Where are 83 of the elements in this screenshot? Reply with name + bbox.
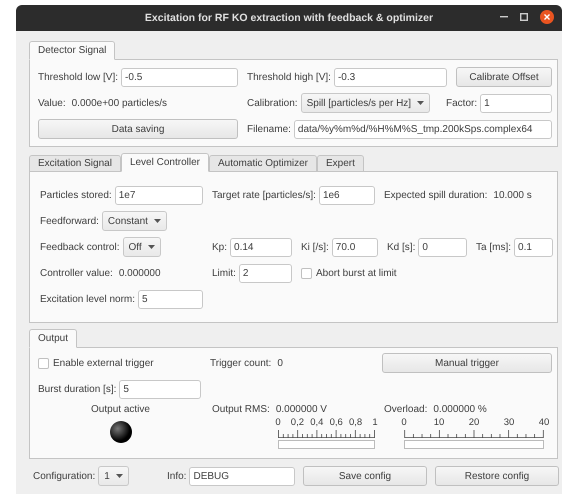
tab[interactable]: Expert xyxy=(317,155,364,172)
checkbox[interactable] xyxy=(38,358,49,368)
readout-label: Output RMS: xyxy=(212,404,270,415)
input-field[interactable]: 0.1 xyxy=(514,238,553,256)
checkbox[interactable] xyxy=(301,268,312,278)
input-field[interactable]: 0 xyxy=(418,238,467,256)
field-label: Threshold low [V]: xyxy=(38,72,118,82)
field-label: Particles stored: xyxy=(40,190,112,200)
scale-label: 0 xyxy=(401,417,407,428)
window-title: Excitation for RF KO extraction with feedback & optimizer xyxy=(144,12,434,24)
dropdown[interactable]: Off xyxy=(122,237,161,257)
dropdown-caret-icon xyxy=(148,245,155,249)
field-label: Filename: xyxy=(247,124,291,134)
readout-value: 0.000e+00 particles/s xyxy=(72,98,167,108)
readout-label: Value: xyxy=(38,98,66,108)
input-field[interactable]: 1 xyxy=(480,94,552,112)
readout-label: Controller value: xyxy=(40,268,113,278)
input-field[interactable]: 5 xyxy=(138,290,203,308)
scale-ticks-icon xyxy=(404,430,544,438)
readout-label: Overload: xyxy=(384,404,428,415)
field-label: Feedback control: xyxy=(40,242,120,252)
close-icon[interactable] xyxy=(540,10,554,24)
checkbox-label: Abort burst at limit xyxy=(316,268,397,278)
field-label: Kd [s]: xyxy=(387,242,416,252)
indicator-label: Output active xyxy=(91,404,150,415)
input-field[interactable]: -0.5 xyxy=(121,68,238,86)
dropdown-caret-icon xyxy=(417,101,424,105)
scale-label: 0,6 xyxy=(330,417,343,428)
field-label: Ta [ms]: xyxy=(476,242,512,252)
push-button[interactable]: Manual trigger xyxy=(382,353,552,373)
input-field[interactable]: 2 xyxy=(238,264,292,282)
input-field[interactable]: 0.14 xyxy=(230,238,292,256)
field-label: Feedforward: xyxy=(40,216,99,226)
scale-label: 0,8 xyxy=(348,417,362,428)
readout-label: Expected spill duration: xyxy=(384,190,488,200)
readout-value: 0.000000 xyxy=(118,268,161,278)
readout-value: 10.000 s xyxy=(493,190,532,200)
dropdown-caret-icon xyxy=(116,474,123,478)
readout-value: 0 xyxy=(277,358,283,368)
tab[interactable]: Automatic Optimizer xyxy=(208,155,318,172)
readout-value: 0.000000 V xyxy=(276,404,327,415)
field-label: Kp: xyxy=(212,242,228,252)
field-label: Ki [/s]: xyxy=(301,242,329,252)
input-field[interactable]: 1e6 xyxy=(318,186,375,204)
readout-value: 0.000000 % xyxy=(433,404,487,415)
field-label: Target rate [particles/s]: xyxy=(212,190,316,200)
scale-ticks-icon xyxy=(278,430,375,438)
scale-label: 10 xyxy=(434,417,444,428)
tab[interactable]: Level Controller xyxy=(120,153,209,172)
scale-label: 30 xyxy=(504,417,514,428)
dropdown[interactable]: 1 xyxy=(98,466,129,486)
field-label: Excitation level norm: xyxy=(40,294,136,304)
dropdown[interactable]: Spill [particles/s per Hz] xyxy=(300,93,430,113)
maximize-icon[interactable] xyxy=(520,13,528,21)
scale-label: 1 xyxy=(372,417,378,428)
input-field[interactable]: DEBUG xyxy=(189,466,295,486)
push-button[interactable]: Save config xyxy=(303,466,427,486)
minimize-icon[interactable] xyxy=(500,16,508,18)
dropdown[interactable]: Constant xyxy=(102,211,167,231)
field-label: Limit: xyxy=(212,268,236,278)
push-button[interactable]: Calibrate Offset xyxy=(456,67,552,87)
push-button[interactable]: Restore config xyxy=(435,466,559,486)
scale-label: 0,2 xyxy=(290,417,304,428)
field-label: Info: xyxy=(167,470,186,482)
input-field[interactable]: -0.3 xyxy=(334,68,447,86)
field-label: Factor: xyxy=(446,98,478,108)
checkbox-label: Enable external trigger xyxy=(53,358,154,368)
input-field[interactable]: 1e7 xyxy=(114,186,203,204)
field-label: Burst duration [s]: xyxy=(38,384,116,394)
scale-label: 20 xyxy=(468,417,480,428)
field-label: Calibration: xyxy=(247,98,298,108)
push-button[interactable]: Data saving xyxy=(38,119,238,139)
scale-label: 0,4 xyxy=(310,417,324,428)
field-label: Threshold high [V]: xyxy=(247,72,331,82)
dropdown-caret-icon xyxy=(154,219,161,223)
input-field[interactable]: 5 xyxy=(119,380,201,398)
input-field[interactable]: data/%y%m%d/%H%M%S_tmp.200kSps.complex64 xyxy=(294,120,552,138)
tab[interactable]: Excitation Signal xyxy=(29,155,121,172)
readout-label: Trigger count: xyxy=(210,358,272,368)
input-field[interactable]: 70.0 xyxy=(332,238,378,256)
field-label: Configuration: xyxy=(33,470,96,482)
scale-label: 40 xyxy=(538,417,550,428)
scale-label: 0 xyxy=(275,417,281,428)
